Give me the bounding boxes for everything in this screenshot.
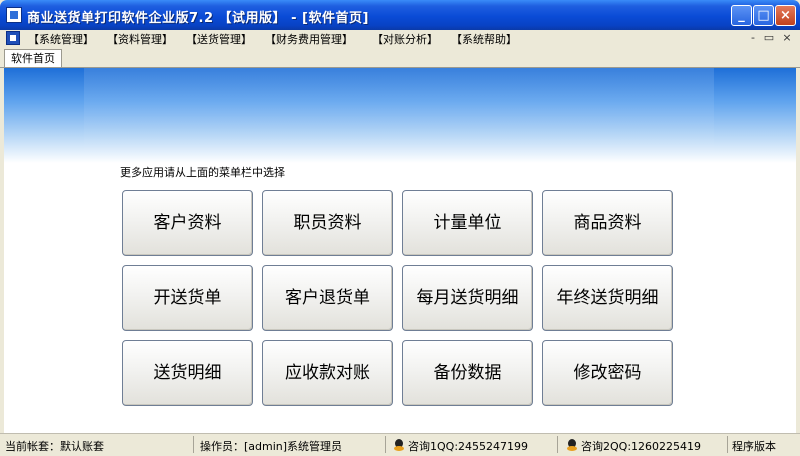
yearly-detail-button[interactable]: 年终送货明细 <box>542 265 673 331</box>
menu-data[interactable]: 【资料管理】 <box>107 31 173 47</box>
qq2-text: 咨询2QQ:1260225419 <box>581 440 702 453</box>
window-title: 商业送货单打印软件企业版7.2 【试用版】 - [软件首页] <box>27 11 369 26</box>
qq2-contact[interactable]: 咨询2QQ:1260225419 <box>566 438 701 454</box>
close-button[interactable]: × <box>775 5 796 26</box>
status-divider <box>557 436 558 453</box>
qq-icon <box>393 439 405 452</box>
staff-info-button[interactable]: 职员资料 <box>262 190 393 256</box>
mdi-minimize-button[interactable]: - <box>746 31 760 44</box>
app-icon[interactable] <box>6 7 22 23</box>
tab-strip: 软件首页 <box>0 47 800 68</box>
mdi-child-icon[interactable] <box>6 31 20 45</box>
operator-status: 操作员：[admin]系统管理员 <box>200 440 343 453</box>
menu-bar: 【系统管理】 【资料管理】 【送货管理】 【财务费用管理】 【对账分析】 【系统… <box>0 30 800 48</box>
mdi-close-button[interactable]: × <box>780 31 794 44</box>
title-bar: 商业送货单打印软件企业版7.2 【试用版】 - [软件首页] _ □ × <box>0 0 800 30</box>
menu-system[interactable]: 【系统管理】 <box>28 31 94 47</box>
unit-button[interactable]: 计量单位 <box>402 190 533 256</box>
qq-icon <box>566 439 578 452</box>
version-status: 程序版本 <box>732 440 776 453</box>
menu-reconcile[interactable]: 【对账分析】 <box>372 31 438 47</box>
account-status: 当前帐套：默认账套 <box>5 440 104 453</box>
status-divider <box>385 436 386 453</box>
status-bar: 当前帐套：默认账套 操作员：[admin]系统管理员 咨询1QQ:2455247… <box>0 433 800 456</box>
qq1-text: 咨询1QQ:2455247199 <box>408 440 529 453</box>
mdi-restore-button[interactable]: ▭ <box>762 31 776 44</box>
delivery-detail-button[interactable]: 送货明细 <box>122 340 253 406</box>
product-info-button[interactable]: 商品资料 <box>542 190 673 256</box>
menu-hint-text: 更多应用请从上面的菜单栏中选择 <box>120 166 285 179</box>
create-delivery-button[interactable]: 开送货单 <box>122 265 253 331</box>
change-password-button[interactable]: 修改密码 <box>542 340 673 406</box>
header-banner <box>4 68 796 163</box>
status-divider <box>193 436 194 453</box>
customer-info-button[interactable]: 客户资料 <box>122 190 253 256</box>
qq1-contact[interactable]: 咨询1QQ:2455247199 <box>393 438 528 454</box>
maximize-button[interactable]: □ <box>753 5 774 26</box>
backup-button[interactable]: 备份数据 <box>402 340 533 406</box>
tab-home[interactable]: 软件首页 <box>4 49 62 67</box>
close-icon: × <box>780 8 791 23</box>
home-page: 更多应用请从上面的菜单栏中选择 客户资料 职员资料 计量单位 商品资料 开送货单… <box>4 68 796 433</box>
maximize-icon: □ <box>757 8 770 23</box>
status-divider <box>727 436 728 453</box>
menu-finance[interactable]: 【财务费用管理】 <box>265 31 353 47</box>
monthly-detail-button[interactable]: 每月送货明细 <box>402 265 533 331</box>
minimize-button[interactable]: _ <box>731 5 752 26</box>
menu-delivery[interactable]: 【送货管理】 <box>186 31 252 47</box>
menu-help[interactable]: 【系统帮助】 <box>451 31 517 47</box>
customer-return-button[interactable]: 客户退货单 <box>262 265 393 331</box>
receivables-button[interactable]: 应收款对账 <box>262 340 393 406</box>
minimize-icon: _ <box>738 8 745 23</box>
banner-panel <box>84 68 714 163</box>
